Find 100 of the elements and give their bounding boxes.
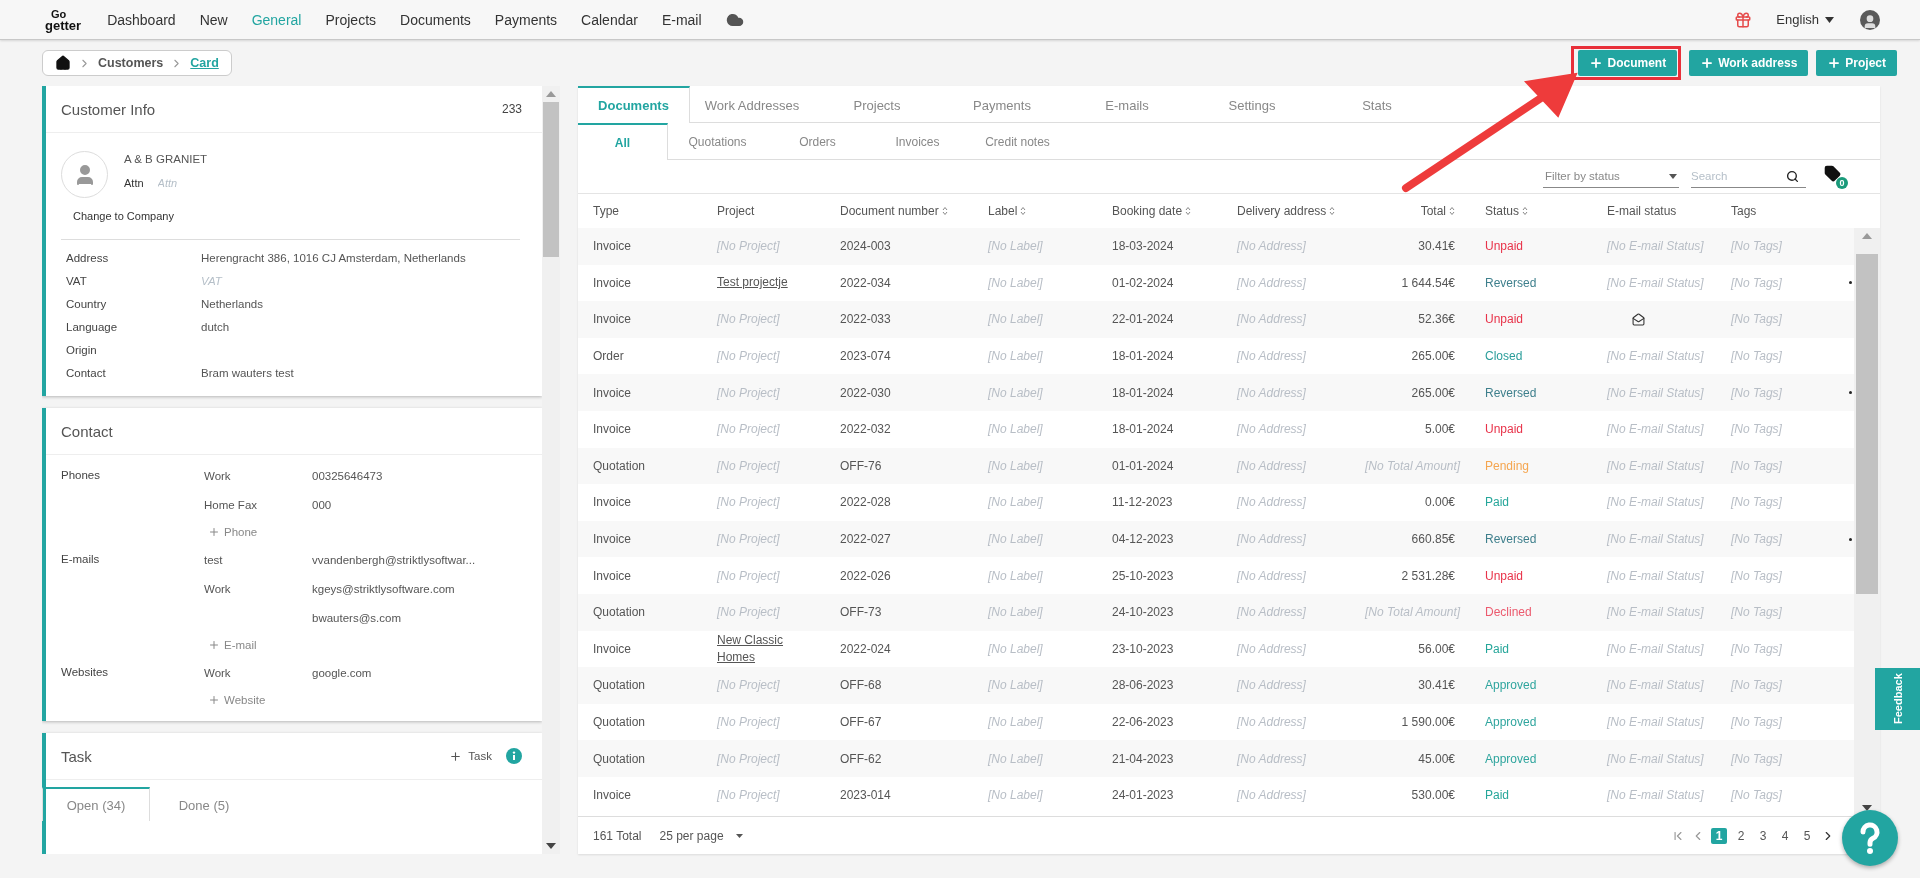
column-header[interactable]: Delivery address	[1222, 204, 1350, 218]
status-cell-text: Pending	[1484, 457, 1531, 474]
status-cell-text: Reversed	[1484, 531, 1538, 548]
breadcrumb-link[interactable]: Customers	[98, 56, 164, 70]
table-cell-text: 24-10-2023	[1111, 604, 1175, 621]
vat-field[interactable]: VAT	[201, 274, 321, 287]
nav-link[interactable]: E-mail	[661, 11, 702, 28]
status-cell-text: Unpaid	[1484, 311, 1525, 328]
nav-link[interactable]: Dashboard	[107, 11, 176, 28]
table-cell-text: [No Tags]	[1730, 311, 1783, 328]
status-cell-text: Approved	[1484, 714, 1538, 730]
add-task-button[interactable]: Task	[449, 749, 492, 763]
page-number[interactable]: 3	[1755, 827, 1771, 844]
change-to-company-link[interactable]: Change to Company	[73, 210, 174, 222]
language-selector[interactable]: English	[1776, 12, 1819, 27]
add-link[interactable]: Website	[204, 687, 266, 713]
add-button[interactable]: Project	[1816, 50, 1897, 76]
task-tab[interactable]: Open (34)	[42, 787, 150, 821]
column-header[interactable]: Total	[1350, 204, 1470, 218]
tab[interactable]: Documents	[578, 86, 690, 123]
table-cell-text: [No Address]	[1236, 421, 1307, 438]
tag-filter-button[interactable]: 0	[1824, 164, 1848, 189]
table-cell-text: OFF-76	[839, 457, 883, 474]
table-cell-text: 01-02-2024	[1111, 274, 1175, 291]
field-label: Language	[66, 320, 119, 333]
status-cell-text: Paid	[1484, 787, 1511, 804]
table-cell-text: 2022-028	[839, 494, 892, 511]
table-cell-text: [No Tags]	[1730, 494, 1783, 511]
nav-link[interactable]: Payments	[494, 11, 558, 28]
status-cell-text: Closed	[1484, 348, 1524, 365]
field-value: Bram wauters test	[201, 366, 295, 379]
table-cell-text: [No Label]	[987, 421, 1044, 438]
add-button[interactable]: Work address	[1689, 50, 1809, 76]
nav-link[interactable]: Calendar	[581, 11, 638, 28]
table-cell-text: [No Address]	[1236, 567, 1307, 584]
table-cell-text: 24-01-2023	[1111, 787, 1175, 804]
table-cell-text: Quotation	[592, 750, 647, 767]
table-cell-text: [No Project]	[716, 604, 781, 621]
status-filter-dropdown[interactable]: Filter by status	[1543, 165, 1679, 188]
table-cell-text: [No E-mail Status]	[1606, 274, 1705, 291]
table-cell-text: 52.36€	[1417, 311, 1456, 328]
add-button[interactable]: Document	[1578, 50, 1678, 76]
table-cell-text: [No Address]	[1236, 714, 1307, 730]
table-cell-text: 0.00€	[1423, 494, 1456, 511]
table-cell-text: [No Tags]	[1730, 567, 1783, 584]
column-header[interactable]: Booking date	[1097, 204, 1222, 218]
contact-type: Work	[204, 469, 232, 482]
table-cell-text: 18-01-2024	[1111, 384, 1175, 401]
search-field[interactable]: Search	[1691, 170, 1786, 182]
project-link[interactable]: New Classic Homes	[717, 631, 801, 666]
table-cell-text: 30.41€	[1417, 677, 1456, 694]
per-page-dropdown[interactable]: 25 per page	[659, 828, 743, 843]
table-cell-text: [No E-mail Status]	[1606, 421, 1705, 438]
table-cell-text: Quotation	[592, 457, 647, 474]
task-tab[interactable]: Done (5)	[150, 787, 258, 821]
table-cell-text: [No Tags]	[1730, 714, 1783, 730]
column-header[interactable]: Label	[973, 204, 1097, 218]
breadcrumb-link[interactable]: Card	[190, 56, 219, 70]
project-link[interactable]: Test projectje	[717, 274, 801, 292]
add-link[interactable]: E-mail	[204, 632, 257, 658]
table-cell-text: 2 531.28€	[1400, 567, 1456, 584]
table-cell-text: 1 644.54€	[1400, 274, 1456, 291]
table-cell-text: [No E-mail Status]	[1606, 494, 1705, 511]
table-cell-text: 45.00€	[1417, 750, 1456, 767]
table-cell-text: [No Project]	[716, 714, 781, 730]
table-cell-text: [No E-mail Status]	[1606, 787, 1705, 804]
table-cell-text: 30.41€	[1417, 238, 1456, 255]
column-header[interactable]: Status	[1470, 204, 1592, 218]
page-number[interactable]: 1	[1711, 827, 1727, 844]
status-cell-text: Unpaid	[1484, 238, 1525, 255]
table-cell-text: [No Address]	[1236, 384, 1307, 401]
table-cell-text: [No Address]	[1236, 494, 1307, 511]
column-header[interactable]: Document number	[825, 204, 973, 218]
table-cell-text: 265.00€	[1410, 348, 1456, 365]
page-number[interactable]: 5	[1799, 827, 1815, 844]
logo[interactable]: Go getter	[45, 8, 82, 31]
table-cell-text: [No Label]	[987, 238, 1044, 255]
nav-link[interactable]: Projects	[325, 11, 377, 28]
field-label: Address	[66, 251, 110, 264]
table-cell-text: OFF-68	[839, 677, 883, 694]
field-label: Origin	[66, 343, 98, 356]
table-cell-text: [No Tags]	[1730, 274, 1783, 291]
add-link[interactable]: Phone	[204, 519, 258, 545]
table-cell-text: [No Address]	[1236, 531, 1307, 548]
page-number[interactable]: 2	[1733, 827, 1749, 844]
status-cell-text: Declined	[1484, 604, 1533, 621]
table-cell-text: 28-06-2023	[1111, 677, 1175, 694]
attn-field[interactable]: Attn	[157, 177, 238, 189]
table-cell-text: 2024-003	[839, 238, 892, 255]
table-cell-text: [No E-mail Status]	[1606, 238, 1705, 255]
table-cell-text: [No E-mail Status]	[1606, 531, 1705, 548]
nav-link[interactable]: General	[251, 11, 302, 28]
table-cell-text: [No Address]	[1236, 311, 1307, 328]
nav-link[interactable]: New	[199, 11, 228, 28]
sub-tab[interactable]: All	[578, 123, 668, 160]
table-cell-text: 2022-024	[839, 640, 892, 657]
page-number[interactable]: 4	[1777, 827, 1793, 844]
status-cell-text: Unpaid	[1484, 421, 1525, 438]
feedback-tab[interactable]: Feedback	[1875, 668, 1920, 730]
nav-link[interactable]: Documents	[400, 11, 471, 28]
